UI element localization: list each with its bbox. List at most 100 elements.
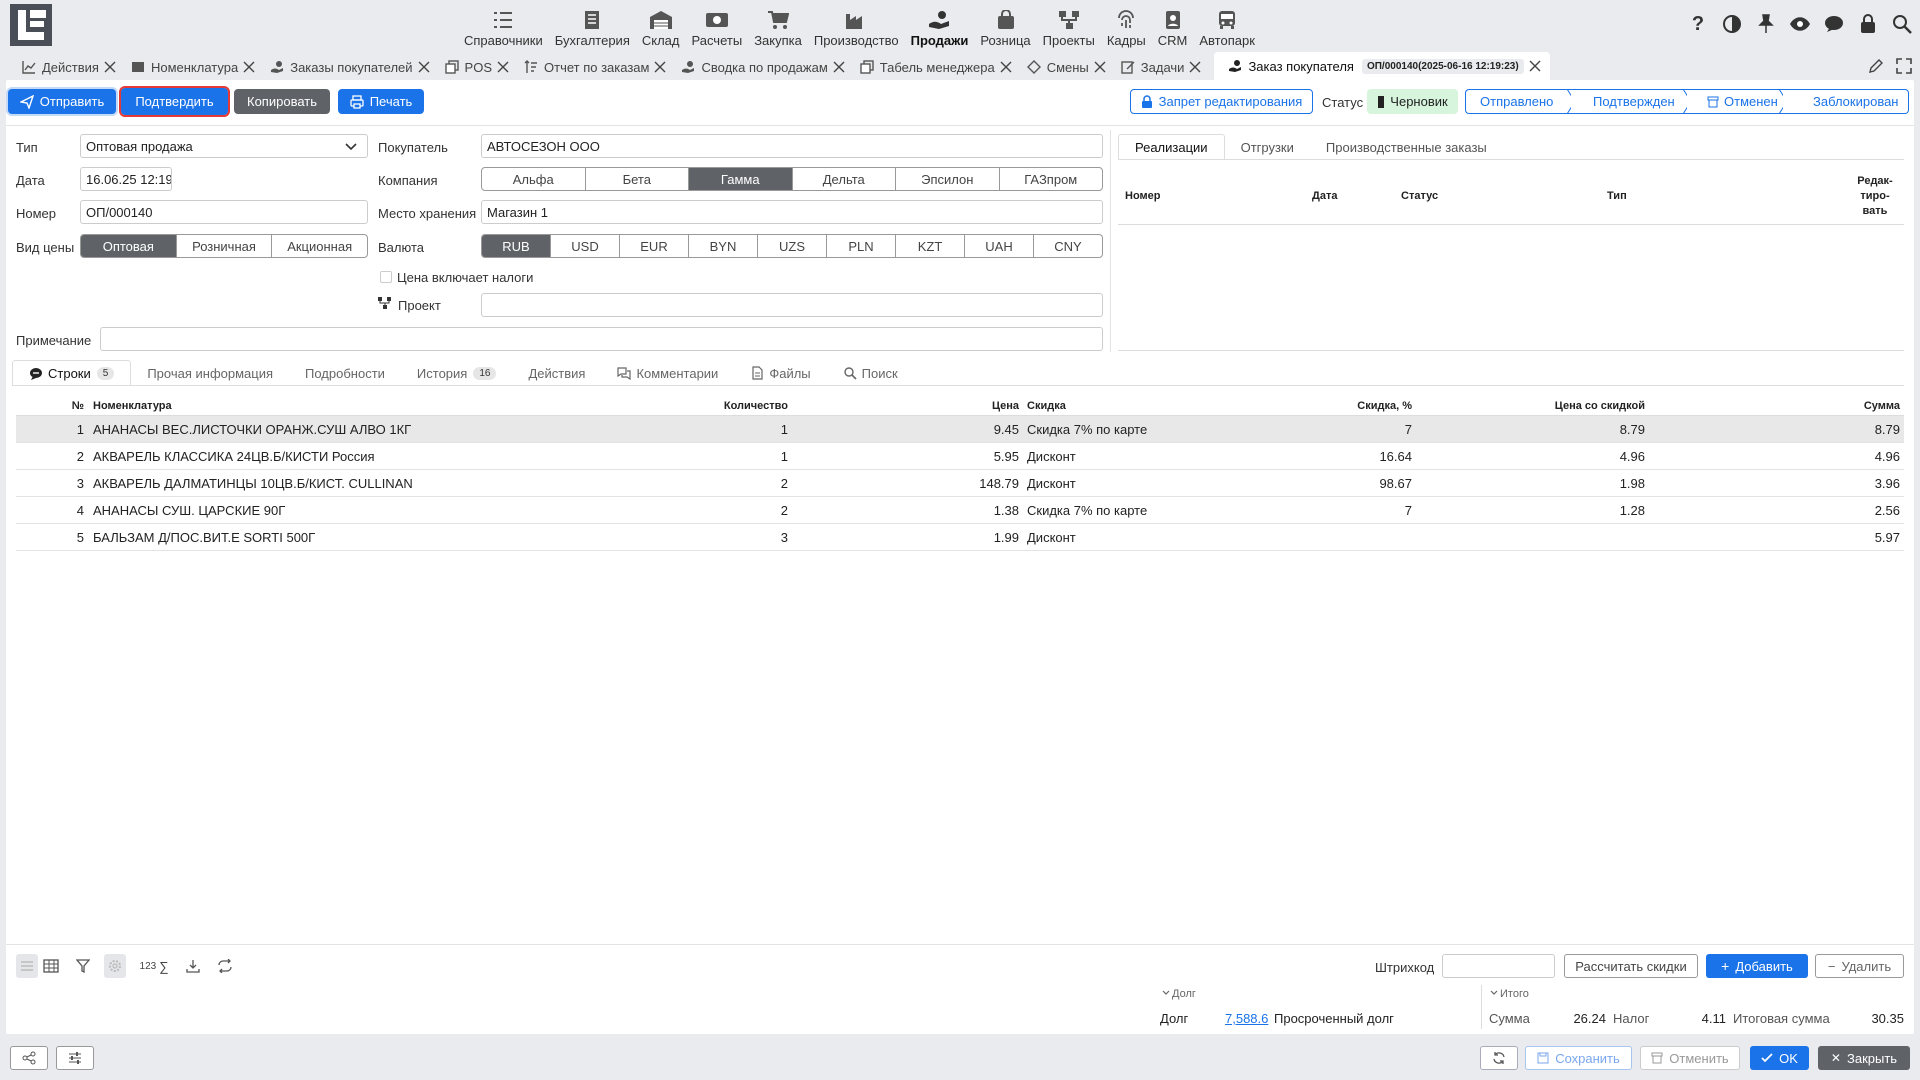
status-confirmed-button[interactable]: Подтвержден: [1571, 89, 1692, 114]
share-button[interactable]: [10, 1046, 48, 1070]
help-icon[interactable]: ?: [1686, 12, 1710, 36]
export-button[interactable]: [182, 954, 204, 978]
price-type-promo[interactable]: Акционная: [272, 235, 367, 257]
table-row[interactable]: 4 АНАНАСЫ СУШ. ЦАРСКИЕ 90Г 2 1.38 Скидка…: [16, 497, 1904, 524]
storage-input[interactable]: Магазин 1: [481, 200, 1103, 224]
pencil-icon[interactable]: [1868, 58, 1884, 74]
currency-uzs[interactable]: UZS: [758, 235, 827, 257]
module-hr[interactable]: Кадры: [1101, 2, 1152, 48]
module-production[interactable]: Производство: [808, 2, 905, 48]
tab-customer-orders[interactable]: Заказы покупателей: [268, 54, 436, 80]
close-icon[interactable]: [999, 60, 1013, 74]
module-sales[interactable]: Продажи: [905, 2, 975, 48]
tab-files[interactable]: Файлы: [734, 360, 826, 386]
company-gazprom[interactable]: ГАЗпром: [1000, 168, 1103, 190]
close-button[interactable]: ✕ Закрыть: [1818, 1046, 1910, 1070]
tab-pos[interactable]: POS: [443, 54, 516, 80]
project-input[interactable]: [481, 293, 1103, 317]
tab-orders-report[interactable]: Отчет по заказам: [522, 54, 673, 80]
company-beta[interactable]: Бета: [586, 168, 689, 190]
close-icon[interactable]: [1528, 59, 1542, 73]
tab-production-orders[interactable]: Производственные заказы: [1310, 134, 1503, 160]
table-row[interactable]: 3 АКВАРЕЛЬ ДАЛМАТИНЦЫ 10ЦВ.Б/КИСТ. CULLI…: [16, 470, 1904, 497]
company-delta[interactable]: Дельта: [793, 168, 896, 190]
close-icon[interactable]: [1188, 60, 1202, 74]
module-payments[interactable]: Расчеты: [685, 2, 748, 48]
module-crm[interactable]: CRM: [1152, 2, 1194, 48]
currency-pln[interactable]: PLN: [827, 235, 896, 257]
company-gamma[interactable]: Гамма: [689, 168, 793, 190]
type-select[interactable]: Оптовая продажа: [80, 134, 368, 158]
currency-cny[interactable]: CNY: [1034, 235, 1102, 257]
chat-icon[interactable]: [1822, 12, 1846, 36]
add-line-button[interactable]: + Добавить: [1706, 954, 1808, 978]
tab-actions-lower[interactable]: Действия: [512, 360, 601, 386]
print-button[interactable]: Печать: [338, 89, 424, 114]
module-purchase[interactable]: Закупка: [748, 2, 808, 48]
close-icon[interactable]: [496, 60, 510, 74]
close-icon[interactable]: [242, 60, 256, 74]
module-retail[interactable]: Розница: [974, 2, 1036, 48]
date-input[interactable]: 16.06.25 12:19: [80, 167, 172, 191]
confirm-button[interactable]: Подтвердить: [119, 86, 230, 117]
lock-editing-button[interactable]: Запрет редактирования: [1130, 89, 1313, 114]
close-icon[interactable]: [1093, 60, 1107, 74]
grid-view-button[interactable]: [40, 954, 62, 978]
tab-shipments[interactable]: Отгрузки: [1225, 134, 1310, 160]
tab-shifts[interactable]: Смены: [1025, 54, 1113, 80]
currency-kzt[interactable]: KZT: [896, 235, 965, 257]
company-alpha[interactable]: Альфа: [482, 168, 586, 190]
fullscreen-icon[interactable]: [1896, 58, 1912, 74]
pin-icon[interactable]: [1754, 12, 1778, 36]
save-button[interactable]: Сохранить: [1525, 1046, 1632, 1070]
module-references[interactable]: Справочники: [458, 2, 549, 48]
debt-value-link[interactable]: 7,588.6: [1225, 1011, 1268, 1026]
customer-input[interactable]: АВТОСЕЗОН ООО: [481, 134, 1103, 158]
filter-button[interactable]: [72, 954, 94, 978]
module-fleet[interactable]: Автопарк: [1193, 2, 1261, 48]
close-icon[interactable]: [653, 60, 667, 74]
search-icon[interactable]: [1890, 12, 1914, 36]
tab-tasks[interactable]: Задачи: [1119, 54, 1209, 80]
tab-sales-summary[interactable]: Сводка по продажам: [679, 54, 851, 80]
calc-discounts-button[interactable]: Рассчитать скидки: [1564, 954, 1698, 978]
list-view-button[interactable]: [16, 954, 38, 978]
copy-button[interactable]: Копировать: [234, 89, 330, 114]
currency-eur[interactable]: EUR: [620, 235, 689, 257]
price-type-wholesale[interactable]: Оптовая: [81, 235, 177, 257]
tab-history[interactable]: История 16: [401, 360, 513, 386]
close-icon[interactable]: [832, 60, 846, 74]
reload-button[interactable]: [1480, 1046, 1518, 1070]
settings-button[interactable]: [104, 954, 126, 978]
tab-details[interactable]: Подробности: [289, 360, 401, 386]
tab-manager-timesheet[interactable]: Табель менеджера: [858, 54, 1019, 80]
cancel-button[interactable]: Отменить: [1640, 1046, 1740, 1070]
tab-other-info[interactable]: Прочая информация: [131, 360, 289, 386]
table-row[interactable]: 1 АНАНАСЫ ВЕС.ЛИСТОЧКИ ОРАНЖ.СУШ АЛВО 1К…: [16, 416, 1904, 443]
table-row[interactable]: 5 БАЛЬЗАМ Д/ПОС.ВИТ.Е SORTI 500Г 3 1.99 …: [16, 524, 1904, 551]
close-icon[interactable]: [103, 60, 117, 74]
lock-icon[interactable]: [1856, 12, 1880, 36]
tab-customer-order[interactable]: Заказ покупателя ОП/000140(2025-06-16 12:…: [1214, 52, 1550, 80]
tab-actions[interactable]: Действия: [20, 54, 123, 80]
currency-byn[interactable]: BYN: [689, 235, 758, 257]
close-icon[interactable]: [417, 60, 431, 74]
tab-search[interactable]: Поиск: [827, 360, 914, 386]
price-type-retail[interactable]: Розничная: [177, 235, 273, 257]
currency-usd[interactable]: USD: [551, 235, 620, 257]
table-row[interactable]: 2 АКВАРЕЛЬ КЛАССИКА 24ЦВ.Б/КИСТИ Россия …: [16, 443, 1904, 470]
module-warehouse[interactable]: Склад: [636, 2, 686, 48]
module-projects[interactable]: Проекты: [1037, 2, 1101, 48]
status-cancelled-button[interactable]: Отменен: [1687, 89, 1788, 114]
note-input[interactable]: [100, 327, 1103, 351]
status-sent-button[interactable]: Отправлено: [1465, 89, 1576, 114]
send-button[interactable]: Отправить: [8, 89, 116, 114]
currency-uah[interactable]: UAH: [965, 235, 1034, 257]
eye-icon[interactable]: [1788, 12, 1812, 36]
ok-button[interactable]: OK: [1750, 1046, 1809, 1070]
sliders-button[interactable]: [56, 1046, 94, 1070]
tax-checkbox[interactable]: [380, 271, 392, 283]
theme-contrast-icon[interactable]: [1720, 12, 1744, 36]
status-blocked-button[interactable]: Заблокирован: [1783, 89, 1909, 114]
currency-rub[interactable]: RUB: [482, 235, 551, 257]
